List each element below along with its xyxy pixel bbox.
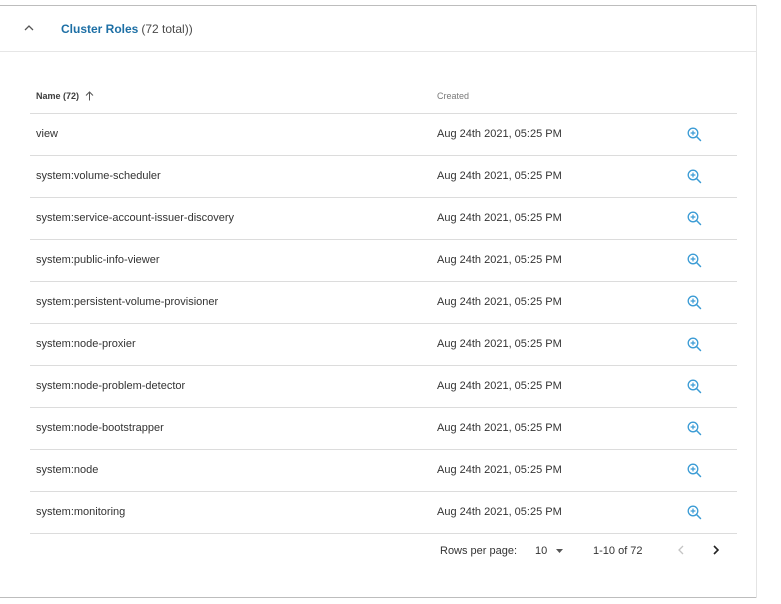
table-row[interactable]: system:public-info-viewer Aug 24th 2021, … xyxy=(30,240,737,282)
table-row[interactable]: system:node-proxier Aug 24th 2021, 05:25 … xyxy=(30,324,737,366)
table-row[interactable]: system:volume-scheduler Aug 24th 2021, 05… xyxy=(30,156,737,198)
cluster-roles-link[interactable]: Cluster Roles xyxy=(61,22,138,36)
rows-per-page-value: 10 xyxy=(535,545,548,557)
chevron-up-icon[interactable] xyxy=(20,21,38,35)
zoom-in-icon[interactable] xyxy=(685,209,703,227)
role-name: system:public-info-viewer xyxy=(36,254,160,266)
chevron-left-icon[interactable] xyxy=(673,542,689,558)
created-date: Aug 24th 2021, 05:25 PM xyxy=(437,464,562,476)
created-date: Aug 24th 2021, 05:25 PM xyxy=(437,422,562,434)
created-date: Aug 24th 2021, 05:25 PM xyxy=(437,338,562,350)
role-name: view xyxy=(36,128,59,140)
created-column-header[interactable]: Created xyxy=(437,91,469,101)
table-body: view Aug 24th 2021, 05:25 PM system:volume… xyxy=(30,114,737,534)
zoom-in-icon[interactable] xyxy=(685,419,703,437)
role-name: system:node-proxier xyxy=(36,338,136,350)
rows-per-page-label: Rows per page: xyxy=(440,545,518,557)
name-column-label: Name (72) xyxy=(36,91,80,101)
role-name: system:service-account-issuer-discovery xyxy=(36,212,235,224)
table-row[interactable]: system:service-account-issuer-discovery A… xyxy=(30,198,737,240)
zoom-in-icon[interactable] xyxy=(685,503,703,521)
role-name: system:persistent-volume-provisioner xyxy=(36,296,219,308)
created-date: Aug 24th 2021, 05:25 PM xyxy=(437,128,562,140)
table-row[interactable]: system:node-problem-detector Aug 24th 202… xyxy=(30,366,737,408)
zoom-in-icon[interactable] xyxy=(685,461,703,479)
section-header: Cluster Roles (72 total)) xyxy=(0,6,756,52)
created-date: Aug 24th 2021, 05:25 PM xyxy=(437,212,562,224)
created-date: Aug 24th 2021, 05:25 PM xyxy=(437,170,562,182)
role-name: system:node xyxy=(36,464,99,476)
zoom-in-icon[interactable] xyxy=(685,125,703,143)
section-title: Cluster Roles (72 total)) xyxy=(61,22,193,36)
pagination: Rows per page: 10 1-10 of 72 xyxy=(30,530,737,570)
table-row[interactable]: system:node Aug 24th 2021, 05:25 PM xyxy=(30,450,737,492)
zoom-in-icon[interactable] xyxy=(685,335,703,353)
role-name: system:node-problem-detector xyxy=(36,380,186,392)
table-row[interactable]: system:persistent-volume-provisioner Aug … xyxy=(30,282,737,324)
zoom-in-icon[interactable] xyxy=(685,377,703,395)
role-name: system:volume-scheduler xyxy=(36,170,161,182)
zoom-in-icon[interactable] xyxy=(685,293,703,311)
page-range: 1-10 of 72 xyxy=(593,545,643,557)
caret-down-icon xyxy=(556,549,564,553)
cluster-roles-table: Name (72) Created view Aug 24th 2021, 05:… xyxy=(30,75,737,534)
total-count: (72 total)) xyxy=(141,22,193,36)
table-header: Name (72) Created xyxy=(30,75,737,114)
role-name: system:node-bootstrapper xyxy=(36,422,164,434)
chevron-right-icon[interactable] xyxy=(708,542,724,558)
table-row[interactable]: system:node-bootstrapper Aug 24th 2021, 0… xyxy=(30,408,737,450)
table-row[interactable]: view Aug 24th 2021, 05:25 PM xyxy=(30,114,737,156)
role-name: system:monitoring xyxy=(36,506,126,518)
zoom-in-icon[interactable] xyxy=(685,251,703,269)
table-row[interactable]: system:monitoring Aug 24th 2021, 05:25 PM xyxy=(30,492,737,534)
rows-per-page-select[interactable]: 10 xyxy=(535,545,564,557)
name-column-header[interactable]: Name (72) xyxy=(36,91,94,101)
created-date: Aug 24th 2021, 05:25 PM xyxy=(437,506,562,518)
created-date: Aug 24th 2021, 05:25 PM xyxy=(437,296,562,308)
created-date: Aug 24th 2021, 05:25 PM xyxy=(437,380,562,392)
zoom-in-icon[interactable] xyxy=(685,167,703,185)
created-date: Aug 24th 2021, 05:25 PM xyxy=(437,254,562,266)
arrow-up-icon[interactable] xyxy=(85,91,94,101)
bottom-divider xyxy=(0,597,756,598)
panel-right-border xyxy=(756,5,757,598)
